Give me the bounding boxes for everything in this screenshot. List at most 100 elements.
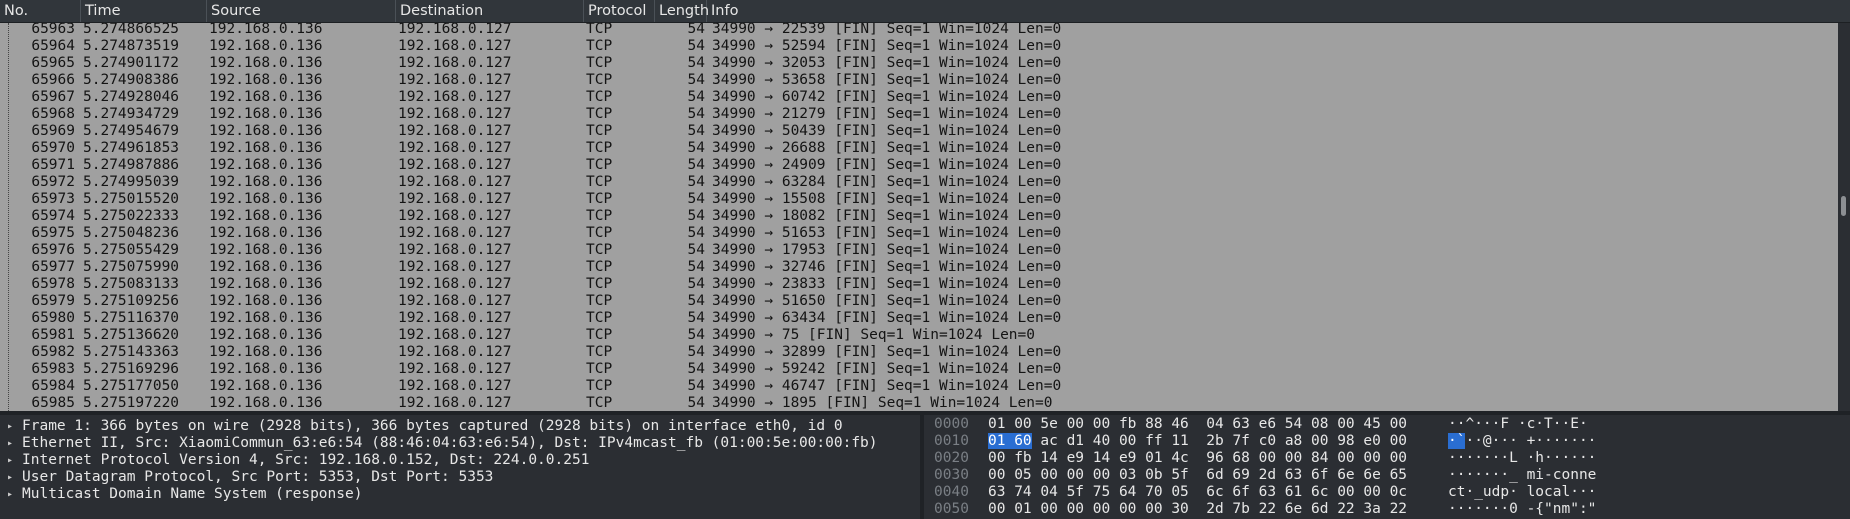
packet-row[interactable]: 65979 5.275109256 192.168.0.136 192.168.0.1… — [0, 293, 1838, 310]
packet-source: 192.168.0.136 — [209, 140, 323, 156]
packet-protocol: TCP — [586, 344, 613, 360]
ascii-bytes[interactable]: ct·_udp· local··· — [1448, 484, 1596, 501]
packet-destination: 192.168.0.127 — [398, 174, 512, 190]
column-header-info[interactable]: Info — [707, 0, 1850, 22]
hex-bytes[interactable]: 63 74 04 5f 75 64 70 05 6c 6f 63 61 6c 0… — [988, 484, 1407, 501]
hex-segment: ac d1 40 00 ff 11 2b 7f c0 a8 00 98 e0 0… — [1031, 433, 1408, 449]
ascii-bytes[interactable]: ·······0 -{"nm":" — [1448, 501, 1596, 518]
packet-source: 192.168.0.136 — [209, 191, 323, 207]
packet-protocol: TCP — [586, 327, 613, 343]
column-header-destination[interactable]: Destination — [396, 0, 584, 22]
packet-source: 192.168.0.136 — [209, 378, 323, 394]
packet-no: 65965 — [31, 55, 75, 71]
packet-no: 65964 — [31, 38, 75, 54]
packet-row[interactable]: 65964 5.274873519 192.168.0.136 192.168.0.1… — [0, 38, 1838, 55]
detail-item-text: User Datagram Protocol, Src Port: 5353, … — [22, 469, 494, 485]
detail-item-text: Internet Protocol Version 4, Src: 192.16… — [22, 452, 590, 468]
hex-bytes[interactable]: 01 60 ac d1 40 00 ff 11 2b 7f c0 a8 00 9… — [988, 433, 1407, 450]
packet-row[interactable]: 65977 5.275075990 192.168.0.136 192.168.0.1… — [0, 259, 1838, 276]
packet-protocol: TCP — [586, 242, 613, 258]
packet-destination: 192.168.0.127 — [398, 23, 512, 37]
packet-no: 65983 — [31, 361, 75, 377]
packet-destination: 192.168.0.127 — [398, 259, 512, 275]
packet-destination: 192.168.0.127 — [398, 276, 512, 292]
ascii-bytes[interactable]: ·······L ·h······ — [1448, 450, 1596, 467]
packet-row[interactable]: 65980 5.275116370 192.168.0.136 192.168.0.1… — [0, 310, 1838, 327]
packet-length: 54 — [687, 378, 705, 394]
packet-row[interactable]: 65963 5.274866525 192.168.0.136 192.168.0.1… — [0, 23, 1838, 38]
packet-row[interactable]: 65983 5.275169296 192.168.0.136 192.168.0.1… — [0, 361, 1838, 378]
column-header-source[interactable]: Source — [207, 0, 396, 22]
packet-row[interactable]: 65969 5.274954679 192.168.0.136 192.168.0.1… — [0, 123, 1838, 140]
packet-row[interactable]: 65971 5.274987886 192.168.0.136 192.168.0.1… — [0, 157, 1838, 174]
packet-info: 34990 → 60742 [FIN] Seq=1 Win=1024 Len=0 — [712, 89, 1062, 105]
detail-item-text: Frame 1: 366 bytes on wire (2928 bits), … — [22, 418, 843, 434]
column-header-time[interactable]: Time — [81, 0, 207, 22]
expand-arrow-icon[interactable]: ▸ — [7, 486, 13, 503]
packet-rows[interactable]: 65963 5.274866525 192.168.0.136 192.168.0.1… — [0, 23, 1838, 411]
packet-list[interactable]: No. Time Source Destination Protocol Len… — [0, 0, 1850, 411]
packet-time: 5.275015520 — [83, 191, 180, 207]
packet-source: 192.168.0.136 — [209, 310, 323, 326]
packet-row[interactable]: 65970 5.274961853 192.168.0.136 192.168.0.1… — [0, 140, 1838, 157]
packet-source: 192.168.0.136 — [209, 106, 323, 122]
packet-protocol: TCP — [586, 89, 613, 105]
ascii-segment: ··@··· +······· — [1465, 433, 1597, 449]
packet-length: 54 — [687, 140, 705, 156]
packet-no: 65968 — [31, 106, 75, 122]
packet-destination: 192.168.0.127 — [398, 72, 512, 88]
scrollbar-thumb[interactable] — [1841, 196, 1846, 216]
packet-list-header: No. Time Source Destination Protocol Len… — [0, 0, 1850, 23]
packet-row[interactable]: 65976 5.275055429 192.168.0.136 192.168.0.1… — [0, 242, 1838, 259]
column-header-no[interactable]: No. — [0, 0, 81, 22]
packet-row[interactable]: 65973 5.275015520 192.168.0.136 192.168.0.1… — [0, 191, 1838, 208]
packet-length: 54 — [687, 361, 705, 377]
packet-protocol: TCP — [586, 208, 613, 224]
packet-row[interactable]: 65984 5.275177050 192.168.0.136 192.168.0.1… — [0, 378, 1838, 395]
packet-no: 65980 — [31, 310, 75, 326]
expand-arrow-icon[interactable]: ▸ — [7, 435, 13, 452]
hex-bytes[interactable]: 00 fb 14 e9 14 e9 01 4c 96 68 00 00 84 0… — [988, 450, 1407, 467]
packet-source: 192.168.0.136 — [209, 55, 323, 71]
packet-protocol: TCP — [586, 378, 613, 394]
packet-row[interactable]: 65981 5.275136620 192.168.0.136 192.168.0.1… — [0, 327, 1838, 344]
packet-row[interactable]: 65965 5.274901172 192.168.0.136 192.168.0.1… — [0, 55, 1838, 72]
ascii-bytes[interactable]: ·`··@··· +······· — [1448, 433, 1596, 450]
packet-destination: 192.168.0.127 — [398, 361, 512, 377]
expand-arrow-icon[interactable]: ▸ — [7, 418, 13, 435]
packet-destination: 192.168.0.127 — [398, 106, 512, 122]
packet-destination: 192.168.0.127 — [398, 310, 512, 326]
detail-item-text: Multicast Domain Name System (response) — [22, 486, 363, 502]
hex-bytes[interactable]: 01 00 5e 00 00 fb 88 46 04 63 e6 54 08 0… — [988, 416, 1407, 433]
packet-length: 54 — [687, 208, 705, 224]
hex-bytes[interactable]: 00 01 00 00 00 00 00 30 2d 7b 22 6e 6d 2… — [988, 501, 1407, 518]
packet-row[interactable]: 65985 5.275197220 192.168.0.136 192.168.0.1… — [0, 395, 1838, 411]
packet-info: 34990 → 18082 [FIN] Seq=1 Win=1024 Len=0 — [712, 208, 1062, 224]
packet-protocol: TCP — [586, 191, 613, 207]
column-header-protocol[interactable]: Protocol — [584, 0, 655, 22]
packet-row[interactable]: 65974 5.275022333 192.168.0.136 192.168.0.1… — [0, 208, 1838, 225]
packet-destination: 192.168.0.127 — [398, 242, 512, 258]
packet-bytes-pane[interactable]: 0000 01 00 5e 00 00 fb 88 46 04 63 e6 54 … — [924, 415, 1850, 519]
packet-row[interactable]: 65982 5.275143363 192.168.0.136 192.168.0.1… — [0, 344, 1838, 361]
ascii-bytes[interactable]: ·······_ mi-conne — [1448, 467, 1596, 484]
expand-arrow-icon[interactable]: ▸ — [7, 452, 13, 469]
packet-details-pane[interactable]: ▸ Frame 1: 366 bytes on wire (2928 bits),… — [0, 415, 920, 519]
packet-destination: 192.168.0.127 — [398, 157, 512, 173]
packet-row[interactable]: 65972 5.274995039 192.168.0.136 192.168.0.1… — [0, 174, 1838, 191]
packet-row[interactable]: 65966 5.274908386 192.168.0.136 192.168.0.1… — [0, 72, 1838, 89]
hex-bytes[interactable]: 00 05 00 00 00 03 0b 5f 6d 69 2d 63 6f 6… — [988, 467, 1407, 484]
packet-list-scrollbar[interactable] — [1838, 23, 1850, 411]
packet-row[interactable]: 65975 5.275048236 192.168.0.136 192.168.0.1… — [0, 225, 1838, 242]
packet-row[interactable]: 65968 5.274934729 192.168.0.136 192.168.0.1… — [0, 106, 1838, 123]
hex-segment: 01 00 5e 00 00 fb 88 46 04 63 e6 54 08 0… — [988, 416, 1408, 432]
ascii-bytes[interactable]: ··^···F ·c·T··E· — [1448, 416, 1588, 433]
expand-arrow-icon[interactable]: ▸ — [7, 469, 13, 486]
packet-row[interactable]: 65978 5.275083133 192.168.0.136 192.168.0.1… — [0, 276, 1838, 293]
column-header-length[interactable]: Length — [655, 0, 709, 22]
packet-row[interactable]: 65967 5.274928046 192.168.0.136 192.168.0.1… — [0, 89, 1838, 106]
packet-protocol: TCP — [586, 259, 613, 275]
packet-protocol: TCP — [586, 395, 613, 411]
packet-no: 65979 — [31, 293, 75, 309]
packet-destination: 192.168.0.127 — [398, 395, 512, 411]
